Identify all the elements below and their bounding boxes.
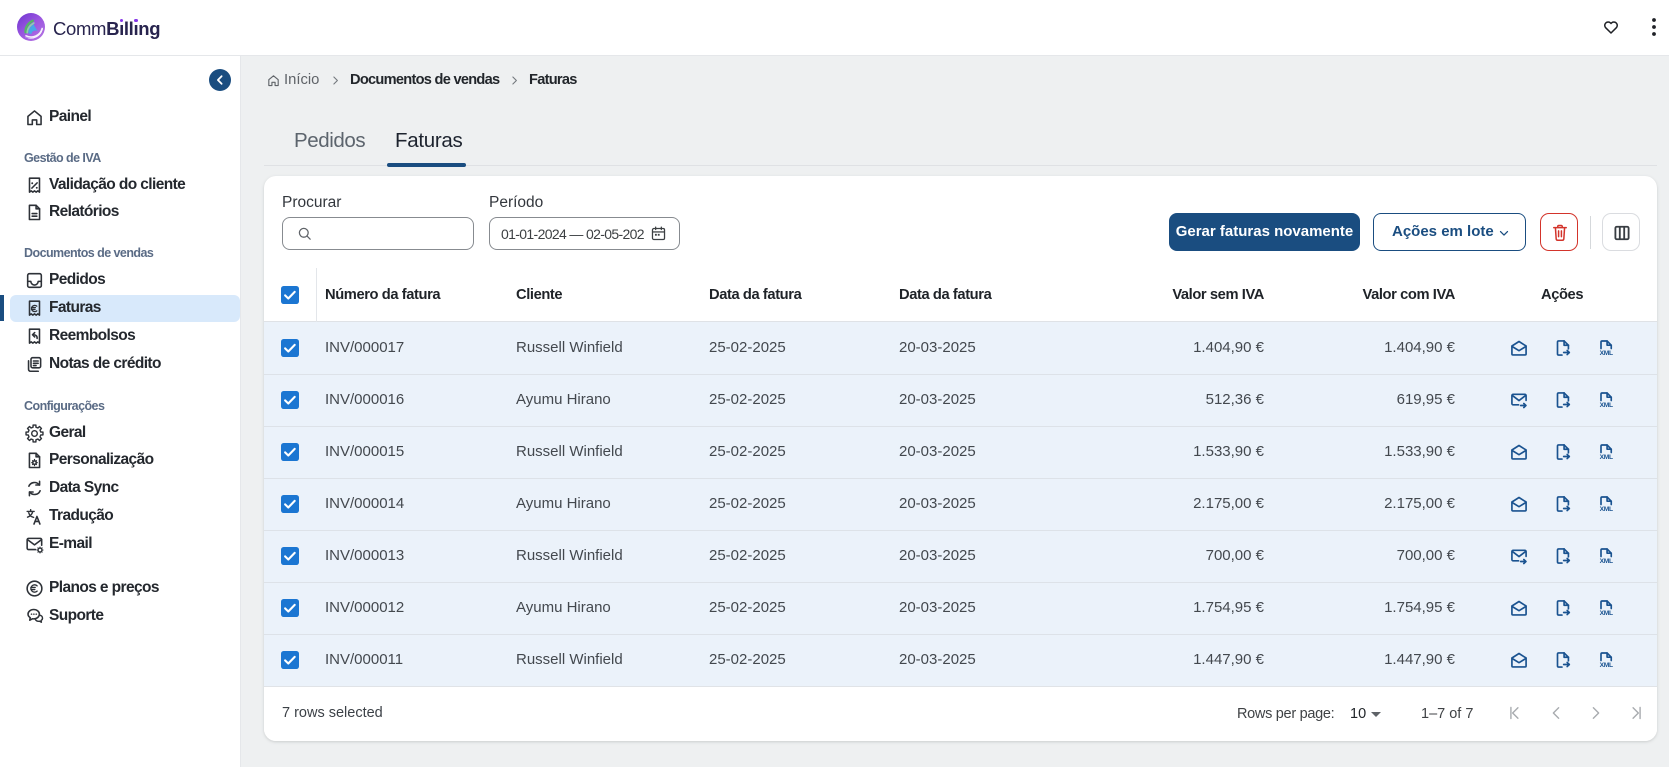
svg-text:XML: XML: [1600, 350, 1613, 357]
svg-text:XML: XML: [1600, 506, 1613, 513]
svg-text:XML: XML: [1600, 454, 1613, 461]
svg-text:XML: XML: [1600, 610, 1613, 617]
svg-text:XML: XML: [1600, 402, 1613, 409]
svg-text:XML: XML: [1600, 558, 1613, 565]
svg-text:XML: XML: [1600, 662, 1613, 669]
